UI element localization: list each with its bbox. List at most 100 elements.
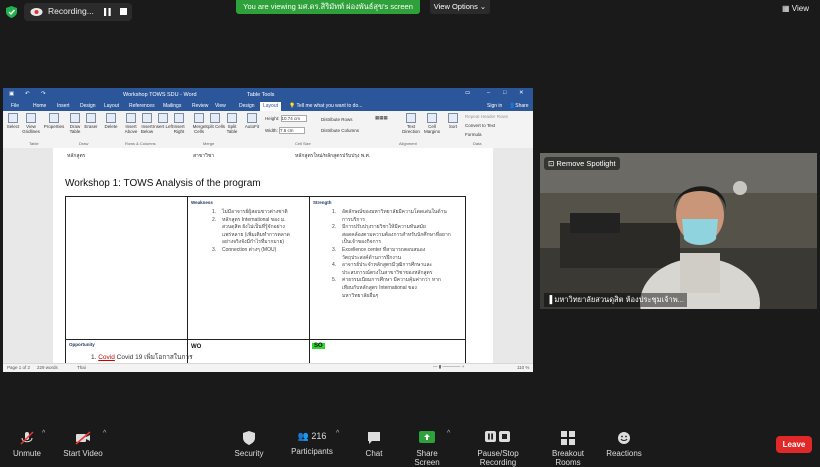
- leave-button[interactable]: Leave: [776, 436, 812, 453]
- strength-item: เทียบกับหลักสูตร International ของ: [332, 285, 464, 293]
- start-video-button[interactable]: Start Video: [62, 431, 104, 458]
- chat-button[interactable]: Chat: [362, 431, 386, 458]
- cell-margins-button[interactable]: Cell Margins: [422, 113, 442, 134]
- remove-spotlight-label: Remove Spotlight: [556, 159, 616, 168]
- redo-icon[interactable]: ↷: [41, 91, 46, 97]
- pause-recording-icon[interactable]: [104, 8, 111, 16]
- pause-stop-recording-button[interactable]: Pause/Stop Recording: [460, 431, 536, 467]
- strength-label: Strength: [313, 200, 332, 205]
- tab-table-design[interactable]: Design: [239, 103, 255, 109]
- distribute-rows-button[interactable]: Distribute Rows: [321, 117, 353, 122]
- minimize-icon[interactable]: –: [487, 90, 490, 96]
- strength-item-text: ค่าธรรมเนียมการศึกษา มีความคุ้มค่ากว่า ห…: [342, 277, 441, 284]
- split-table-button[interactable]: Split Table: [222, 113, 242, 134]
- delete-label: Delete: [104, 124, 118, 129]
- share-screen-button[interactable]: Share Screen: [404, 431, 450, 467]
- view-button[interactable]: ▦ View: [782, 4, 809, 13]
- view-gridlines-button[interactable]: View Gridlines: [21, 113, 41, 134]
- view-label: View: [791, 4, 809, 13]
- strength-item-number: 4.: [332, 262, 337, 269]
- tows-table[interactable]: Weakness Strength 1. ไม่มีอาจารย์ผู้สอนชา…: [65, 196, 466, 368]
- tab-home[interactable]: Home: [33, 103, 46, 109]
- tab-view[interactable]: View: [215, 103, 226, 109]
- stop-recording-icon[interactable]: [120, 8, 127, 15]
- tab-file[interactable]: File: [11, 103, 19, 109]
- autofit-button[interactable]: AutoFit: [242, 113, 262, 129]
- undo-icon[interactable]: ↶: [25, 91, 30, 97]
- insert-right-button[interactable]: Insert Right: [169, 113, 189, 134]
- tab-insert[interactable]: Insert: [57, 103, 70, 109]
- tab-review[interactable]: Review: [192, 103, 208, 109]
- microphone-muted-icon: [20, 431, 34, 445]
- audio-options-chevron-icon[interactable]: ^: [42, 430, 45, 437]
- spotlight-video-tile[interactable]: ⊡ Remove Spotlight ▐ มหาวิทยาลัยสวนดุสิต…: [540, 153, 817, 309]
- tab-table-layout[interactable]: Layout: [260, 102, 282, 111]
- pause-stop-icon: [485, 431, 510, 442]
- alignment-grid-icon[interactable]: ▦▦▦: [375, 115, 388, 121]
- opportunity-item-text: Covid 19 เพิ่มโอกาสในการ: [116, 354, 193, 361]
- delete-table-icon: [106, 113, 116, 123]
- repeat-header-rows-button[interactable]: Repeat Header Rows: [465, 114, 508, 119]
- select-button[interactable]: Select: [3, 113, 23, 129]
- unmute-button[interactable]: Unmute: [10, 431, 44, 458]
- participant-name-tag: ▐ มหาวิทยาลัยสวนดุสิต ห้องประชุมเจ้าพ...: [544, 293, 687, 307]
- split-cells-icon: [210, 113, 220, 123]
- sort-button[interactable]: Sort: [443, 113, 463, 129]
- participants-button[interactable]: 👥 216 Participants: [290, 431, 334, 456]
- video-options-chevron-icon[interactable]: ^: [103, 430, 106, 437]
- share-screen-arrow-icon: [419, 431, 435, 443]
- width-input[interactable]: 7.5 cm: [279, 127, 306, 134]
- document-page[interactable]: หลักสูตร สาขาวิชา หลักสูตรใหม่/หลักสูตรป…: [53, 148, 493, 368]
- delete-button[interactable]: Delete: [101, 113, 121, 129]
- ribbon-layout-panel: Select View Gridlines Properties Draw Ta…: [3, 111, 533, 149]
- word-count[interactable]: 229 words: [37, 365, 58, 370]
- participant-video-feed: [540, 153, 817, 309]
- remove-spotlight-button[interactable]: ⊡ Remove Spotlight: [544, 157, 620, 170]
- share-button[interactable]: 👤Share: [509, 103, 529, 109]
- participants-count: 216: [311, 431, 327, 441]
- security-button[interactable]: Security: [232, 431, 266, 458]
- cloud-recording-icon: [30, 8, 43, 16]
- shield-icon[interactable]: [6, 6, 17, 18]
- save-icon[interactable]: ▣: [9, 91, 14, 97]
- eraser-icon: [86, 113, 96, 123]
- eraser-button[interactable]: Eraser: [81, 113, 101, 129]
- tab-layout[interactable]: Layout: [104, 103, 119, 109]
- ribbon-options-icon[interactable]: ▭: [465, 90, 470, 96]
- text-direction-label: Text Direction: [402, 124, 420, 134]
- maximize-icon[interactable]: □: [503, 90, 506, 96]
- tell-me-box[interactable]: 💡 Tell me what you want to do...: [289, 103, 362, 109]
- share-label: Share: [515, 103, 529, 109]
- zoom-level[interactable]: 110 %: [517, 365, 529, 370]
- language-indicator[interactable]: Thai: [77, 365, 86, 370]
- height-input[interactable]: 10.74 cm: [280, 115, 307, 122]
- zoom-slider[interactable]: — ▮ ———— +: [433, 364, 464, 370]
- share-screen-label: Share Screen: [414, 449, 440, 467]
- table-divider: [309, 197, 310, 367]
- opportunity-label: Opportunity: [69, 342, 95, 347]
- tab-references[interactable]: References: [129, 103, 155, 109]
- share-options-chevron-icon[interactable]: ^: [447, 430, 450, 437]
- text-direction-button[interactable]: Text Direction: [401, 113, 421, 134]
- distribute-columns-button[interactable]: Distribute Columns: [321, 128, 359, 133]
- start-video-label: Start Video: [63, 449, 103, 458]
- merge-cells-icon: [194, 113, 204, 123]
- properties-button[interactable]: Properties: [42, 113, 66, 129]
- weakness-item-text: สวนดุสิต ยังไม่เป็นที่รู้จักอย่าง: [222, 224, 285, 231]
- breakout-rooms-button[interactable]: Breakout Rooms: [540, 431, 596, 467]
- page-count[interactable]: Page 1 of 2: [7, 365, 30, 370]
- convert-to-text-button[interactable]: Convert to Text: [465, 123, 495, 128]
- participants-chevron-icon[interactable]: ^: [336, 430, 339, 437]
- view-options-button[interactable]: View Options ⌄: [430, 0, 490, 14]
- sign-in-link[interactable]: Sign in: [487, 103, 502, 109]
- height-control: Height: 10.74 cm: [265, 115, 307, 122]
- tab-mailings[interactable]: Mailings: [163, 103, 181, 109]
- formula-button[interactable]: Formula: [465, 132, 482, 137]
- strength-item-text: การบริการ: [342, 216, 365, 223]
- tab-design[interactable]: Design: [80, 103, 96, 109]
- strength-item-text: ประสบการณ์ตรงในสาขาวิชาของหลักสูตร: [342, 269, 433, 276]
- reactions-button[interactable]: Reactions: [606, 431, 642, 458]
- people-icon: 👥: [297, 431, 309, 441]
- recording-label: Recording...: [48, 6, 94, 16]
- close-icon[interactable]: ✕: [519, 90, 524, 96]
